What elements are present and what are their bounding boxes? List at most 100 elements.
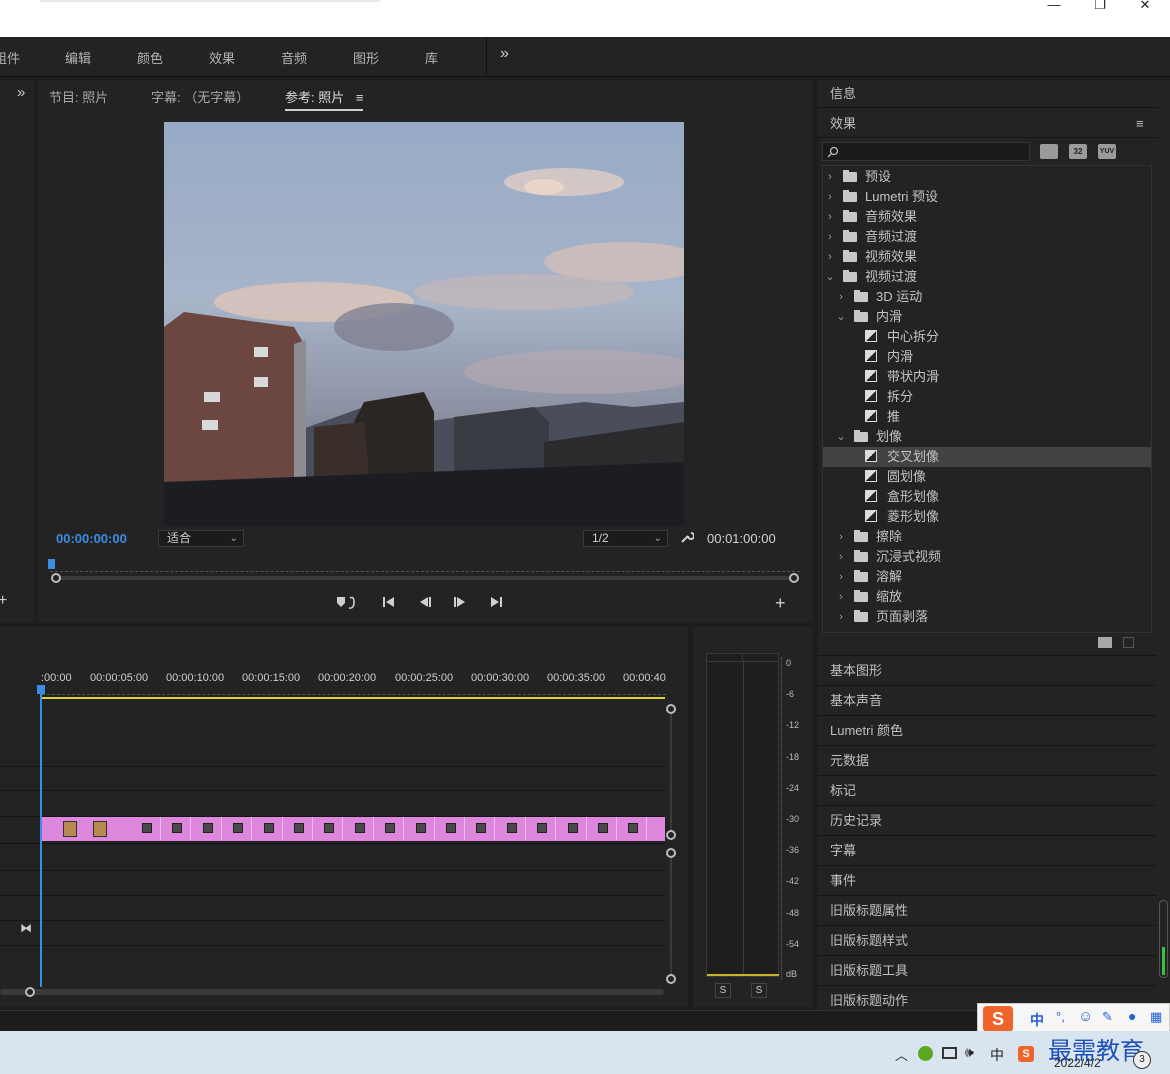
effect-folder[interactable]: › 音频效果 xyxy=(823,207,1151,227)
minimize-button[interactable]: — xyxy=(1031,0,1077,14)
scroll-handle[interactable] xyxy=(666,830,676,840)
monitor-zoom-scrollbar[interactable] xyxy=(56,576,794,580)
effect-folder[interactable]: › 视频效果 xyxy=(823,247,1151,267)
scroll-handle[interactable] xyxy=(666,704,676,714)
workspace-editing[interactable]: 编辑 xyxy=(65,48,91,67)
ime-language-indicator[interactable]: 中 xyxy=(990,1045,1004,1065)
effects-panel-header[interactable]: 效果 ≡ xyxy=(818,110,1158,138)
effect-item[interactable]: 盒形划像 xyxy=(823,487,1151,507)
vertical-scrollbar[interactable] xyxy=(670,714,672,830)
ime-punct-button[interactable]: °, xyxy=(1056,1009,1065,1024)
stacked-panel-header[interactable]: 字幕 xyxy=(818,835,1156,865)
notification-badge[interactable]: 3 xyxy=(1133,1051,1151,1069)
accelerated-effects-icon[interactable] xyxy=(1040,144,1058,159)
scroll-handle[interactable] xyxy=(666,974,676,984)
panel-scrollbar[interactable] xyxy=(1159,900,1168,978)
vertical-scrollbar[interactable] xyxy=(670,858,672,974)
show-hidden-icons-icon[interactable]: ︿ xyxy=(895,1045,908,1064)
taskbar-date[interactable]: 2022/4/2 xyxy=(1054,1056,1101,1070)
sogou-tray-icon[interactable]: S xyxy=(1018,1046,1034,1062)
effect-item[interactable]: 菱形划像 xyxy=(823,507,1151,527)
toolbox-icon[interactable]: ▦ xyxy=(1150,1009,1162,1025)
effect-folder[interactable]: ⌄ 内滑 xyxy=(823,307,1151,327)
effect-item[interactable]: 交叉划像 xyxy=(823,447,1151,467)
monitor-playhead[interactable] xyxy=(48,559,55,569)
stacked-panel-header[interactable]: Lumetri 颜色 xyxy=(818,715,1156,745)
stacked-panel-header[interactable]: 历史记录 xyxy=(818,805,1156,835)
step-back-icon[interactable] xyxy=(418,595,432,609)
video-clip[interactable] xyxy=(42,817,665,841)
security-app-icon[interactable] xyxy=(918,1046,933,1061)
effect-folder[interactable]: › 擦除 xyxy=(823,527,1151,547)
effect-item[interactable]: 拆分 xyxy=(823,387,1151,407)
tab-program[interactable]: 节目: 照片 xyxy=(49,87,108,106)
ime-toolbar[interactable]: S 中 °, ☺ ✎ ● ▦ xyxy=(977,1003,1170,1033)
restore-button[interactable]: ❐ xyxy=(1077,0,1123,14)
chevron-down-icon[interactable]: ⌄ xyxy=(825,267,835,287)
button-editor-add-icon[interactable]: + xyxy=(775,593,786,614)
workspace-effects[interactable]: 效果 xyxy=(209,48,235,67)
scroll-handle[interactable] xyxy=(666,848,676,858)
chevron-right-icon[interactable]: › xyxy=(836,527,846,547)
chevron-right-icon[interactable]: › xyxy=(825,167,835,187)
sogou-logo-icon[interactable]: S xyxy=(983,1006,1013,1032)
chevron-right-icon[interactable]: › xyxy=(836,607,846,627)
effect-item[interactable]: 中心拆分 xyxy=(823,327,1151,347)
stacked-panel-header[interactable]: 旧版标题属性 xyxy=(818,895,1156,925)
close-button[interactable]: ✕ xyxy=(1122,0,1168,14)
transition-icon[interactable] xyxy=(63,821,77,837)
effect-item[interactable]: 内滑 xyxy=(823,347,1151,367)
timeline-ruler-ticks[interactable] xyxy=(42,689,666,695)
chevron-down-icon[interactable]: ⌄ xyxy=(836,307,846,327)
effect-folder[interactable]: › 页面剥落 xyxy=(823,607,1151,627)
horizontal-scrollbar[interactable] xyxy=(0,989,664,995)
network-icon[interactable] xyxy=(942,1047,957,1059)
timeline-playhead-handle[interactable] xyxy=(37,685,45,694)
effect-folder[interactable]: › Lumetri 预设 xyxy=(823,187,1151,207)
tab-reference[interactable]: 参考: 照片 ≡ xyxy=(285,87,364,111)
playback-resolution-select[interactable]: 1/2 ⌄ xyxy=(583,530,668,547)
scrollbar-handle-right[interactable] xyxy=(789,573,799,583)
new-bin-icon[interactable] xyxy=(1098,637,1112,648)
info-panel-header[interactable]: 信息 xyxy=(818,80,1158,108)
zoom-level-select[interactable]: 适合 ⌄ xyxy=(158,530,244,547)
32bit-effects-button[interactable]: 32 xyxy=(1069,144,1087,159)
effect-folder[interactable]: › 缩放 xyxy=(823,587,1151,607)
wrench-icon[interactable] xyxy=(680,530,695,544)
stacked-panel-header[interactable]: 基本图形 xyxy=(818,655,1156,685)
video-preview[interactable] xyxy=(164,122,684,526)
panel-menu-icon[interactable]: ≡ xyxy=(1136,110,1144,138)
ime-mode-button[interactable]: 中 xyxy=(1030,1010,1044,1030)
workspace-color[interactable]: 颜色 xyxy=(137,48,163,67)
effect-folder[interactable]: › 沉浸式视频 xyxy=(823,547,1151,567)
stacked-panel-header[interactable]: 基本声音 xyxy=(818,685,1156,715)
transition-icon[interactable] xyxy=(93,821,107,837)
effect-item[interactable]: 带状内滑 xyxy=(823,367,1151,387)
chevron-down-icon[interactable]: ⌄ xyxy=(836,427,846,447)
tab-menu-icon[interactable]: ≡ xyxy=(356,90,364,105)
effect-folder[interactable]: ⌄ 视频过渡 xyxy=(823,267,1151,287)
workspace-overflow-icon[interactable]: » xyxy=(500,45,509,63)
workspace-assembly[interactable]: 组件 xyxy=(0,48,20,67)
emoji-icon[interactable]: ☺ xyxy=(1078,1008,1093,1025)
chevron-right-icon[interactable]: › xyxy=(825,227,835,247)
chevron-right-icon[interactable]: › xyxy=(836,567,846,587)
solo-right-button[interactable]: S xyxy=(751,983,767,998)
scroll-handle[interactable] xyxy=(25,987,35,997)
effect-folder[interactable]: › 3D 运动 xyxy=(823,287,1151,307)
effect-folder[interactable]: › 预设 xyxy=(823,167,1151,187)
playhead-timecode[interactable]: 00:00:00:00 xyxy=(56,531,127,546)
chevron-right-icon[interactable]: › xyxy=(825,247,835,267)
panel-overflow-icon[interactable]: » xyxy=(17,84,25,101)
stacked-panel-header[interactable]: 旧版标题样式 xyxy=(818,925,1156,955)
chevron-right-icon[interactable]: › xyxy=(825,187,835,207)
chevron-right-icon[interactable]: › xyxy=(836,587,846,607)
effect-folder[interactable]: › 音频过渡 xyxy=(823,227,1151,247)
workspace-audio[interactable]: 音频 xyxy=(281,48,307,67)
add-marker-icon[interactable] xyxy=(336,595,358,611)
tab-captions[interactable]: 字幕: （无字幕） xyxy=(151,87,249,106)
step-forward-icon[interactable] xyxy=(453,595,467,609)
effects-search-input[interactable] xyxy=(822,142,1030,161)
chevron-right-icon[interactable]: › xyxy=(836,287,846,307)
stacked-panel-header[interactable]: 元数据 xyxy=(818,745,1156,775)
